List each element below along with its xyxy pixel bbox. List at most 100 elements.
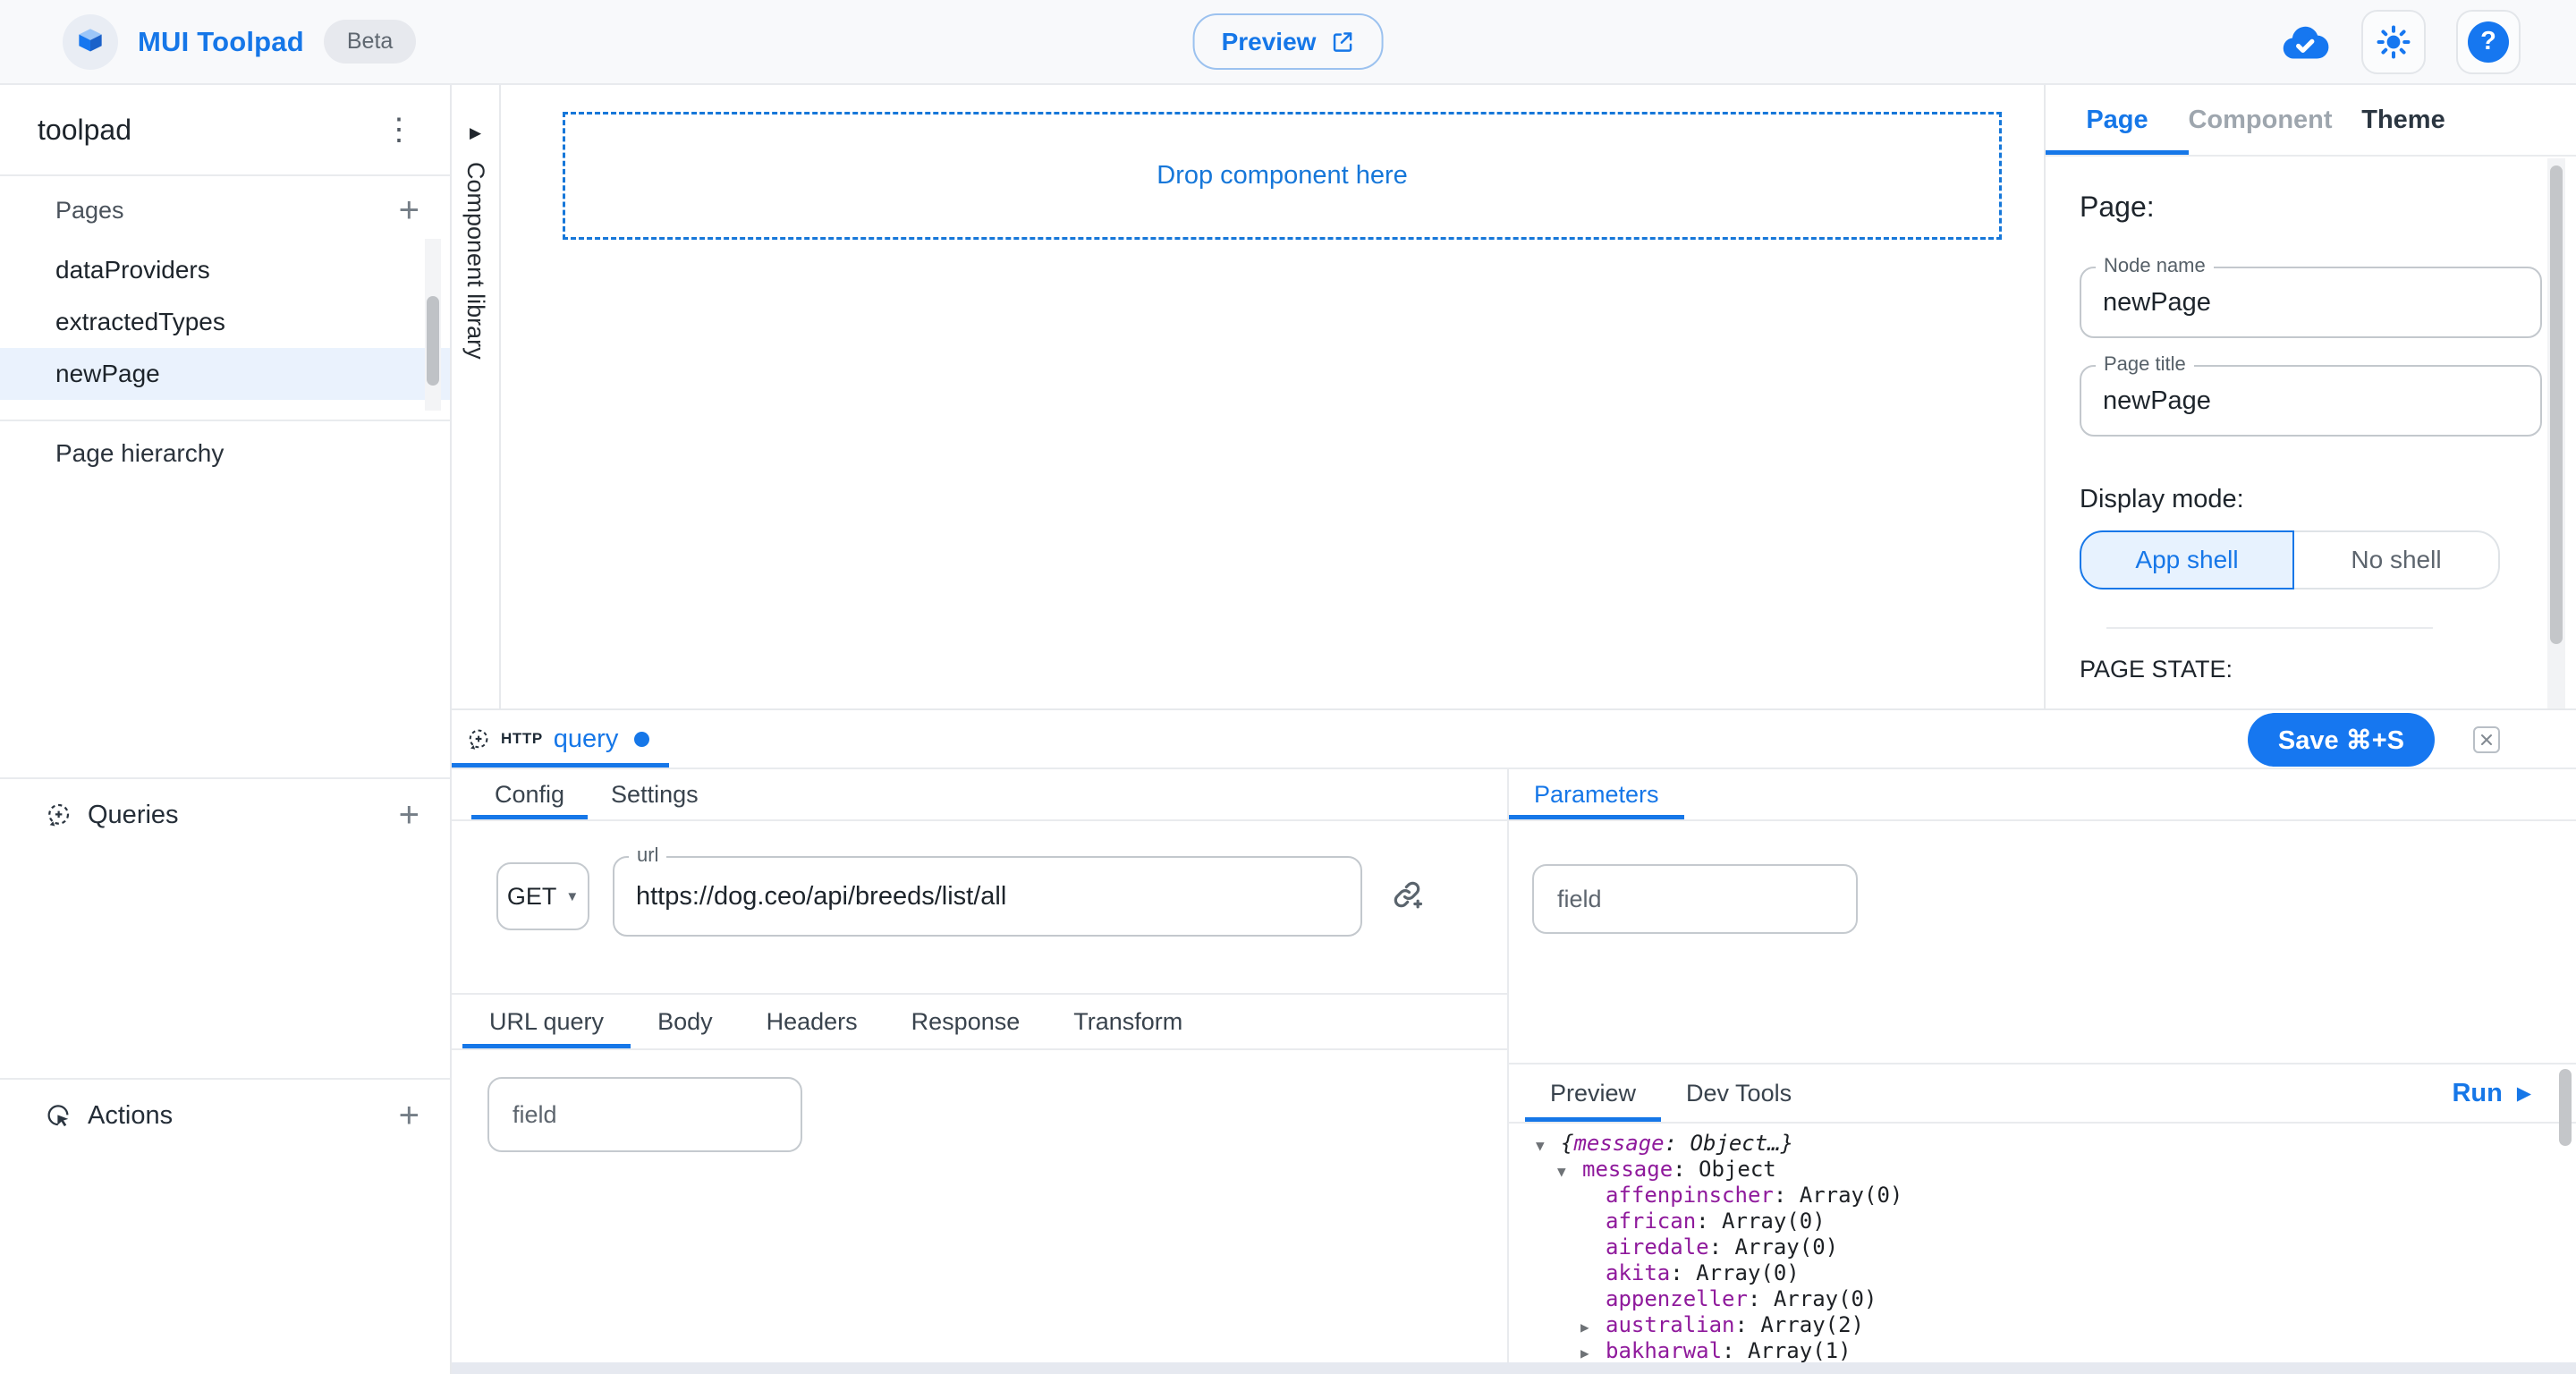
json-tree-row[interactable]: ▶bakharwal: Array(1) — [1523, 1338, 2576, 1364]
sidebar-item-newpage[interactable]: newPage — [0, 348, 450, 400]
url-query-field-wrap — [487, 1077, 802, 1152]
http-method-select[interactable]: GET ▼ — [496, 862, 589, 930]
preview-button-label: Preview — [1222, 28, 1317, 56]
run-button[interactable]: Run ▶ — [2452, 1079, 2576, 1108]
query-datasource-label: HTTP — [501, 730, 543, 748]
close-icon — [2479, 733, 2494, 747]
tab-config[interactable]: Config — [471, 769, 588, 819]
page-hierarchy-label: Page hierarchy — [0, 421, 450, 486]
pages-section-label: Pages — [55, 197, 124, 225]
sidebar-item-dataproviders[interactable]: dataProviders — [0, 244, 450, 296]
add-action-button[interactable]: + — [392, 1098, 427, 1133]
project-name: toolpad — [38, 114, 131, 147]
inspector-panel: Page Component Theme Page: Node name Pag… — [2044, 85, 2576, 708]
tab-component[interactable]: Component — [2189, 85, 2332, 155]
sun-icon — [2375, 23, 2412, 61]
open-in-new-icon — [1330, 30, 1354, 54]
json-tree-row[interactable]: african: Array(0) — [1523, 1209, 2576, 1234]
tab-parameters[interactable]: Parameters — [1509, 769, 1684, 819]
preview-button[interactable]: Preview — [1193, 13, 1384, 70]
actions-icon — [45, 1102, 72, 1129]
url-field-wrap: url — [613, 856, 1362, 937]
node-name-field-wrap: Node name — [2080, 267, 2542, 338]
beta-badge: Beta — [324, 20, 416, 64]
close-query-panel-button[interactable] — [2473, 726, 2500, 753]
query-editor-panel: HTTP query Save ⌘+S Config Settings — [452, 708, 2576, 1374]
queries-section-label: Queries — [88, 801, 179, 830]
tab-transform[interactable]: Transform — [1046, 995, 1209, 1048]
cloud-synced-icon — [2279, 22, 2331, 62]
horizontal-scrollbar[interactable] — [452, 1362, 2576, 1374]
display-mode-no-shell[interactable]: No shell — [2294, 530, 2500, 589]
run-button-label: Run — [2452, 1079, 2502, 1108]
play-icon: ▶ — [2517, 1082, 2531, 1105]
sidebar-item-extractedtypes[interactable]: extractedTypes — [0, 296, 450, 348]
tab-body[interactable]: Body — [631, 995, 740, 1048]
tab-url-query[interactable]: URL query — [462, 995, 631, 1048]
app-header: MUI Toolpad Beta Preview ? — [0, 0, 2576, 85]
theme-toggle-button[interactable] — [2361, 10, 2426, 74]
parameter-field-input[interactable] — [1534, 866, 1856, 932]
mui-logo[interactable] — [63, 14, 118, 70]
json-tree-row[interactable]: akita: Array(0) — [1523, 1260, 2576, 1286]
tab-page[interactable]: Page — [2046, 85, 2189, 155]
divider — [2106, 627, 2433, 629]
display-mode-label: Display mode: — [2080, 485, 2540, 514]
component-library-panel[interactable]: ▶ Component library — [452, 85, 501, 708]
help-button[interactable]: ? — [2456, 10, 2521, 74]
json-tree-row[interactable]: ▶australian: Array(2) — [1523, 1312, 2576, 1338]
query-name: query — [554, 725, 619, 754]
inspector-scrollbar-thumb[interactable] — [2550, 165, 2563, 644]
question-mark-icon: ? — [2468, 21, 2509, 63]
unsaved-changes-dot — [634, 732, 649, 747]
display-mode-toggle: App shell No shell — [2080, 530, 2540, 589]
page-title-field-wrap: Page title — [2080, 365, 2542, 437]
queries-icon — [45, 802, 72, 828]
bind-link-icon[interactable] — [1389, 877, 1425, 912]
page-state-label: PAGE STATE: — [2080, 656, 2540, 683]
add-query-button[interactable]: + — [392, 797, 427, 833]
save-button[interactable]: Save ⌘+S — [2248, 713, 2435, 767]
expand-library-arrow-icon[interactable]: ▶ — [470, 124, 481, 142]
json-tree-row[interactable]: ▼message: Object — [1523, 1157, 2576, 1183]
tab-headers[interactable]: Headers — [740, 995, 885, 1048]
query-preview-section: Parameters Preview Dev Tools Run ▶ — [1509, 769, 2576, 1374]
json-tree-row[interactable]: appenzeller: Array(0) — [1523, 1286, 2576, 1312]
add-page-button[interactable]: + — [392, 192, 427, 228]
display-mode-app-shell[interactable]: App shell — [2080, 530, 2294, 589]
pages-scrollbar-thumb[interactable] — [427, 296, 439, 386]
url-query-field-input[interactable] — [489, 1079, 801, 1150]
http-datasource-icon — [466, 727, 490, 751]
pages-list: dataProviders extractedTypes newPage — [0, 244, 450, 403]
dropzone-text: Drop component here — [1157, 161, 1408, 191]
json-tree-row[interactable]: ▼{message: Object…} — [1523, 1131, 2576, 1157]
tab-dev-tools[interactable]: Dev Tools — [1661, 1064, 1817, 1122]
tab-theme[interactable]: Theme — [2332, 85, 2475, 155]
query-config-section: Config Settings GET ▼ url — [452, 769, 1509, 1374]
mui-logo-icon — [73, 25, 107, 59]
node-name-label: Node name — [2096, 254, 2214, 277]
query-tab[interactable]: HTTP query — [452, 710, 669, 768]
json-result-tree[interactable]: ▼{message: Object…} ▼message: Object aff… — [1509, 1124, 2576, 1374]
tab-response[interactable]: Response — [885, 995, 1047, 1048]
http-method-value: GET — [507, 883, 557, 911]
project-sidebar: toolpad ⋮ Pages + dataProviders extracte… — [0, 85, 452, 1374]
project-menu-kebab-icon[interactable]: ⋮ — [375, 111, 423, 148]
component-library-label: Component library — [462, 162, 489, 360]
tab-settings[interactable]: Settings — [588, 769, 722, 819]
json-tree-row[interactable]: airedale: Array(0) — [1523, 1234, 2576, 1260]
node-name-input[interactable] — [2081, 268, 2540, 336]
parameter-field-wrap — [1532, 864, 1858, 934]
result-scrollbar-thumb[interactable] — [2559, 1069, 2572, 1146]
url-label: url — [629, 844, 666, 867]
component-dropzone[interactable]: Drop component here — [563, 112, 2002, 240]
page-canvas[interactable]: Drop component here — [501, 85, 2044, 708]
json-tree-row[interactable]: affenpinscher: Array(0) — [1523, 1183, 2576, 1209]
tab-preview[interactable]: Preview — [1525, 1064, 1661, 1122]
page-title-input[interactable] — [2081, 367, 2540, 435]
actions-section-label: Actions — [88, 1101, 173, 1131]
app-title: MUI Toolpad — [138, 26, 304, 58]
chevron-down-icon: ▼ — [565, 889, 579, 904]
url-input[interactable] — [614, 858, 1360, 935]
page-heading: Page: — [2080, 191, 2540, 224]
